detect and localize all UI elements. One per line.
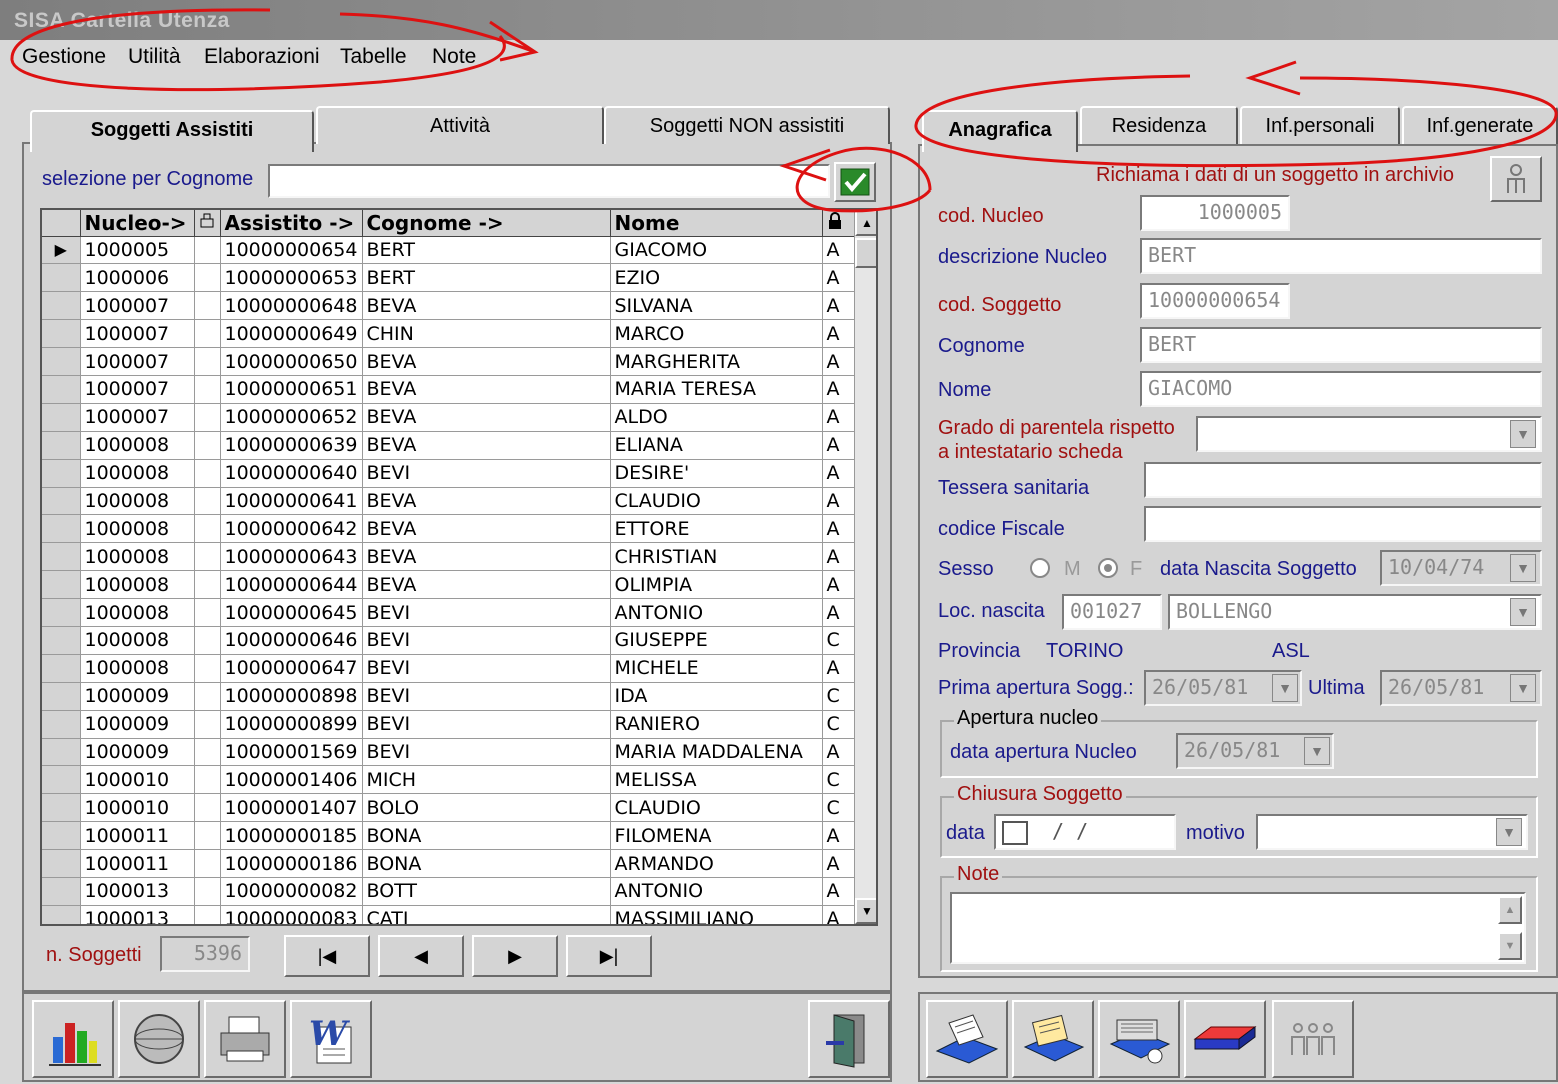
- annotation-tabs-arrow: [1245, 60, 1301, 96]
- annotation-menu-arrow: [339, 12, 539, 62]
- annotation-search-arrow: [779, 148, 831, 182]
- annotation-search-ellipse: [795, 146, 932, 213]
- annotation-tabs-ellipse: [914, 74, 1558, 168]
- annotation-overlay: [10, 8, 1558, 213]
